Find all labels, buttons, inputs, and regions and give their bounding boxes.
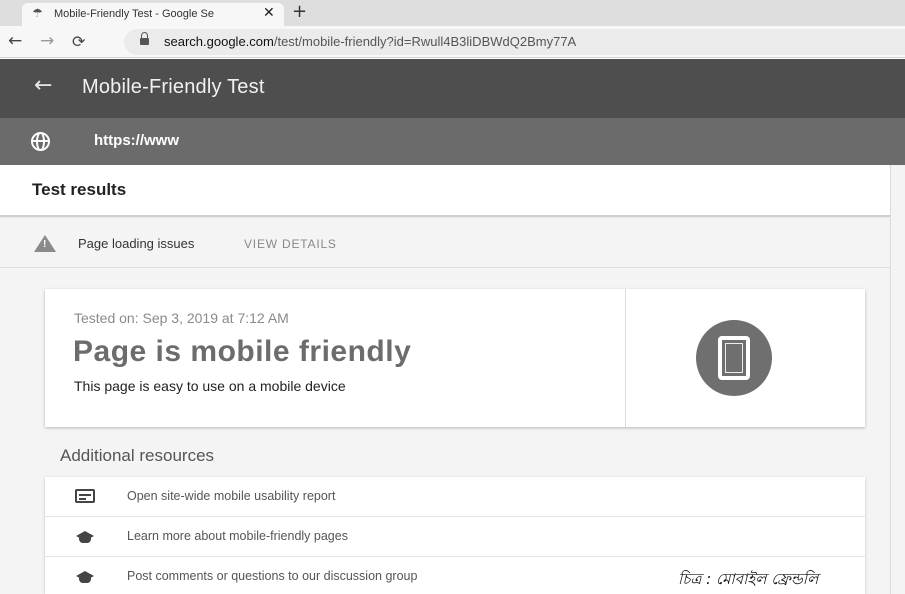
results-heading: Test results [32,180,127,199]
resource-label: Open site-wide mobile usability report [127,489,336,503]
resource-label: Learn more about mobile-friendly pages [127,529,348,543]
issues-label: Page loading issues [78,236,195,251]
tested-url: https://www [94,132,179,149]
scrollbar-track[interactable] [890,165,905,594]
header-back-arrow-icon[interactable]: ← [34,73,52,98]
tested-url-bar: https://www [0,118,905,165]
card-divider [625,289,626,427]
tab-title: Mobile-Friendly Test - Google Se [54,8,214,20]
tested-on-timestamp: Tested on: Sep 3, 2019 at 7:12 AM [74,310,289,326]
warning-icon: ! [34,235,56,252]
address-bar[interactable]: search.google.com/test/mobile-friendly?i… [124,29,905,55]
page-loading-issues-row: ! Page loading issues VIEW DETAILS [0,218,890,268]
additional-resources-title: Additional resources [60,446,215,465]
globe-icon [31,132,50,151]
mobile-phone-icon [696,320,772,396]
school-icon [75,529,95,543]
address-url: search.google.com/test/mobile-friendly?i… [164,34,577,49]
forward-arrow-icon[interactable]: → [40,31,54,51]
list-item[interactable]: Open site-wide mobile usability report [45,477,865,517]
result-card: Tested on: Sep 3, 2019 at 7:12 AM Page i… [45,289,865,427]
lock-icon [140,32,149,46]
report-icon [75,489,95,503]
app-header: ← Mobile-Friendly Test [0,59,905,118]
results-header: Test results [0,165,890,217]
result-headline: Page is mobile friendly [73,335,412,368]
view-details-link[interactable]: VIEW DETAILS [244,237,337,251]
browser-tab[interactable]: ☂ Mobile-Friendly Test - Google Se ✕ [22,3,284,26]
new-tab-button[interactable]: + [292,1,307,22]
close-tab-icon[interactable]: ✕ [263,5,275,21]
browser-tabstrip: ☂ Mobile-Friendly Test - Google Se ✕ + [0,0,905,26]
figure-caption: চিত্র : মোবাইল ফ্রেন্ডলি [678,570,819,588]
browser-toolbar: ← → ⟳ search.google.com/test/mobile-frie… [0,26,905,58]
reload-icon[interactable]: ⟳ [72,32,85,51]
results-content: ! Page loading issues VIEW DETAILS Teste… [0,218,890,594]
page-title: Mobile-Friendly Test [82,76,265,98]
result-description: This page is easy to use on a mobile dev… [74,378,346,394]
resource-label: Post comments or questions to our discus… [127,569,418,583]
back-arrow-icon[interactable]: ← [8,31,22,51]
school-icon [75,569,95,583]
list-item[interactable]: Learn more about mobile-friendly pages [45,517,865,557]
favicon-icon: ☂ [32,6,43,20]
